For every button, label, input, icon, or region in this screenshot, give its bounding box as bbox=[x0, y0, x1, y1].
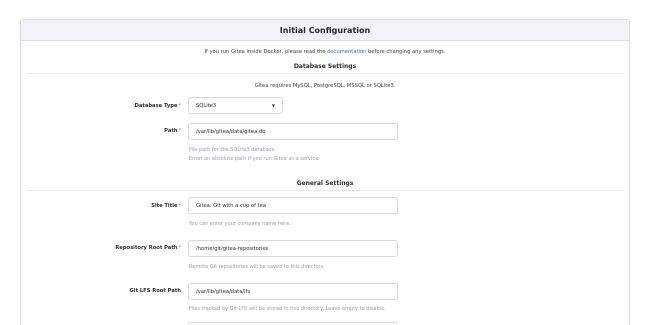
database-type-select[interactable]: SQLite3 ▼ bbox=[188, 97, 283, 114]
install-form-card: Initial Configuration If you run Gitea i… bbox=[20, 19, 630, 325]
database-path-input[interactable]: /var/lib/gitea/data/gitea.db bbox=[188, 123, 398, 140]
repository-root-path-help: Remote Git repositories will be saved to… bbox=[189, 264, 325, 270]
database-requirement-note: Gitea requires MySQL, PostgreSQL, MSSQL … bbox=[254, 83, 396, 89]
notice-text-before: If you run Gitea inside Docker, please r… bbox=[204, 49, 326, 55]
site-title-input[interactable]: Gitea: Git with a cup of tea bbox=[188, 197, 398, 214]
database-type-label: Database Type* bbox=[134, 103, 182, 109]
required-mark: * bbox=[178, 245, 182, 251]
site-title-label: Site Title* bbox=[151, 203, 182, 209]
repository-root-path-label: Repository Root Path* bbox=[115, 245, 182, 251]
site-title-help: You can enter your company name here. bbox=[189, 221, 291, 227]
database-path-help: File path for the SQLite3 database. Ente… bbox=[189, 147, 320, 162]
git-lfs-root-path-help: Files tracked by Git LFS will be stored … bbox=[189, 306, 386, 312]
required-mark: * bbox=[178, 103, 182, 109]
notice-text-after: before changing any settings. bbox=[368, 49, 446, 55]
general-settings-heading: General Settings bbox=[27, 180, 623, 191]
database-type-value: SQLite3 bbox=[196, 102, 217, 109]
git-lfs-root-path-label: Git LFS Root Path bbox=[129, 288, 181, 294]
required-mark: * bbox=[178, 128, 182, 134]
docker-notice: If you run Gitea inside Docker, please r… bbox=[21, 49, 629, 55]
required-mark: * bbox=[178, 203, 182, 209]
chevron-down-icon: ▼ bbox=[271, 103, 275, 108]
git-lfs-root-path-input[interactable]: /var/lib/gitea/data/lfs bbox=[188, 283, 398, 300]
database-settings-heading: Database Settings bbox=[27, 63, 623, 74]
page-title: Initial Configuration bbox=[21, 20, 629, 41]
repository-root-path-input[interactable]: /home/git/gitea-repositories bbox=[188, 240, 398, 257]
database-path-label: Path* bbox=[164, 128, 182, 134]
documentation-link[interactable]: documentation bbox=[327, 49, 366, 55]
